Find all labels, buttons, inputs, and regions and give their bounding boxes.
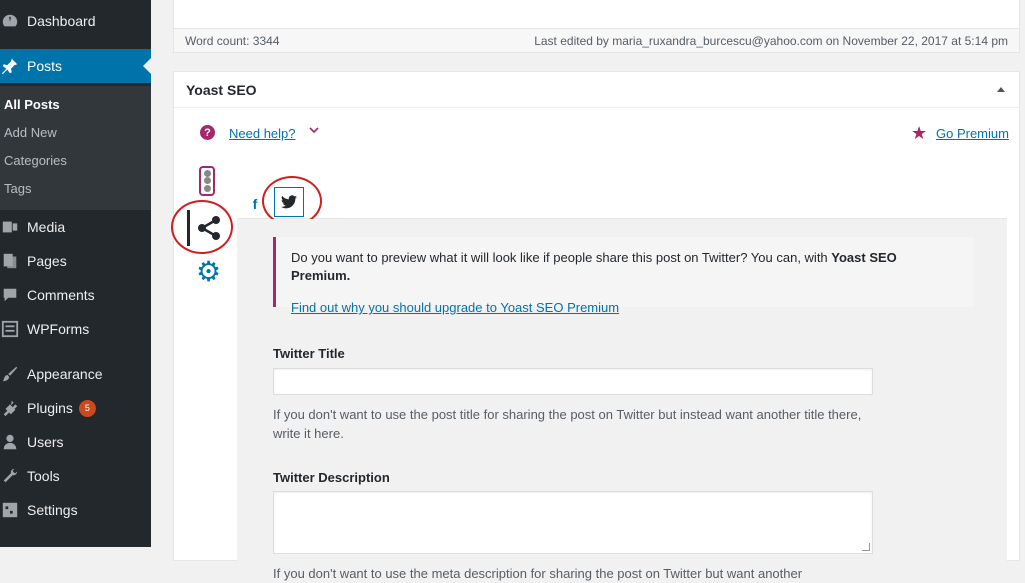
facebook-tab[interactable]: f	[241, 189, 269, 218]
sidebar-item-comments[interactable]: Comments	[0, 278, 151, 312]
post-editor-box: Word count: 3344 Last edited by maria_ru…	[173, 0, 1020, 53]
metabox-header[interactable]: Yoast SEO	[174, 72, 1019, 108]
sidebar-item-plugins[interactable]: Plugins 5	[0, 391, 151, 425]
need-help-link[interactable]: Need help?	[229, 126, 296, 141]
plugins-icon	[0, 398, 20, 418]
traffic-light-icon[interactable]	[199, 166, 215, 196]
users-icon	[0, 432, 20, 452]
sidebar-item-dashboard[interactable]: Dashboard	[0, 4, 151, 38]
twitter-title-label: Twitter Title	[273, 346, 345, 361]
twitter-tab[interactable]	[274, 187, 304, 217]
collapse-arrow-icon[interactable]	[997, 87, 1005, 92]
facebook-icon: f	[252, 195, 258, 212]
comments-icon	[0, 285, 20, 305]
sidebar-item-appearance[interactable]: Appearance	[0, 357, 151, 391]
twitter-description-label: Twitter Description	[273, 470, 390, 485]
sidebar-item-media[interactable]: Media	[0, 210, 151, 244]
word-count: Word count: 3344	[185, 33, 280, 48]
last-edited: Last edited by maria_ruxandra_burcescu@y…	[534, 33, 1008, 48]
star-icon: ★	[911, 123, 928, 143]
editor-status-bar: Word count: 3344 Last edited by maria_ru…	[174, 28, 1019, 52]
twitter-title-input[interactable]	[273, 368, 873, 395]
submenu-item-categories[interactable]: Categories	[4, 153, 67, 168]
question-icon: ?	[200, 125, 215, 140]
resize-handle-icon[interactable]	[862, 543, 870, 551]
pages-icon	[0, 251, 20, 271]
go-premium-link[interactable]: Go Premium	[936, 126, 1009, 141]
sidebar-item-label: Posts	[27, 58, 63, 74]
submenu-item-tags[interactable]: Tags	[4, 181, 31, 196]
twitter-title-help: If you don't want to use the post title …	[273, 407, 862, 441]
sidebar-item-label: Media	[27, 219, 66, 235]
sidebar-item-tools[interactable]: Tools	[0, 459, 151, 493]
twitter-icon	[281, 195, 297, 209]
sidebar-item-label: WPForms	[27, 321, 90, 337]
brush-icon	[0, 364, 20, 384]
sidebar-item-settings[interactable]: Settings	[0, 493, 151, 527]
sidebar-item-label: Settings	[27, 502, 78, 518]
chevron-down-icon[interactable]	[308, 124, 320, 139]
sidebar-item-posts[interactable]: Posts	[0, 49, 151, 83]
media-icon	[0, 217, 20, 237]
twitter-description-textarea[interactable]	[273, 491, 873, 554]
twitter-settings-body: Do you want to preview what it will look…	[237, 219, 1007, 581]
twitter-description-help: If you don't want to use the meta descri…	[273, 566, 803, 581]
social-tab[interactable]	[187, 210, 223, 246]
social-panel: f Do you want to preview what it will lo…	[237, 176, 1007, 581]
premium-upsell-notice: Do you want to preview what it will look…	[273, 237, 973, 315]
sidebar-item-wpforms[interactable]: WPForms	[0, 312, 151, 346]
sidebar-item-pages[interactable]: Pages	[0, 244, 151, 278]
metabox-title: Yoast SEO	[186, 81, 257, 98]
yoast-seo-metabox: Yoast SEO ? Need help? ★ Go Premium ⚙ f	[171, 71, 1020, 581]
network-tabs: f	[237, 187, 1007, 219]
settings-icon	[0, 500, 20, 520]
wpforms-icon	[0, 319, 20, 339]
submenu-item-add-new[interactable]: Add New	[4, 125, 57, 140]
share-icon	[198, 216, 220, 240]
sidebar-item-label: Appearance	[27, 366, 103, 382]
submenu-item-all-posts[interactable]: All Posts	[4, 97, 60, 112]
sidebar-item-users[interactable]: Users	[0, 425, 151, 459]
upsell-text: Do you want to preview what it will look…	[291, 250, 832, 265]
sidebar-item-label: Comments	[27, 287, 95, 303]
sidebar-item-label: Plugins	[27, 400, 73, 416]
dashboard-icon	[0, 11, 20, 31]
pushpin-icon	[0, 56, 20, 76]
wrench-icon	[0, 466, 20, 486]
sidebar-item-label: Dashboard	[27, 13, 96, 29]
update-count-badge: 5	[78, 399, 96, 417]
sidebar-item-label: Tools	[27, 468, 60, 484]
admin-sidebar: Dashboard Posts All Posts Add New Catego…	[0, 0, 151, 547]
sidebar-item-label: Pages	[27, 253, 67, 269]
posts-submenu: All Posts Add New Categories Tags	[0, 86, 151, 210]
upgrade-link[interactable]: Find out why you should upgrade to Yoast…	[291, 299, 958, 317]
sidebar-item-label: Users	[27, 434, 64, 450]
gear-icon[interactable]: ⚙	[196, 258, 221, 286]
